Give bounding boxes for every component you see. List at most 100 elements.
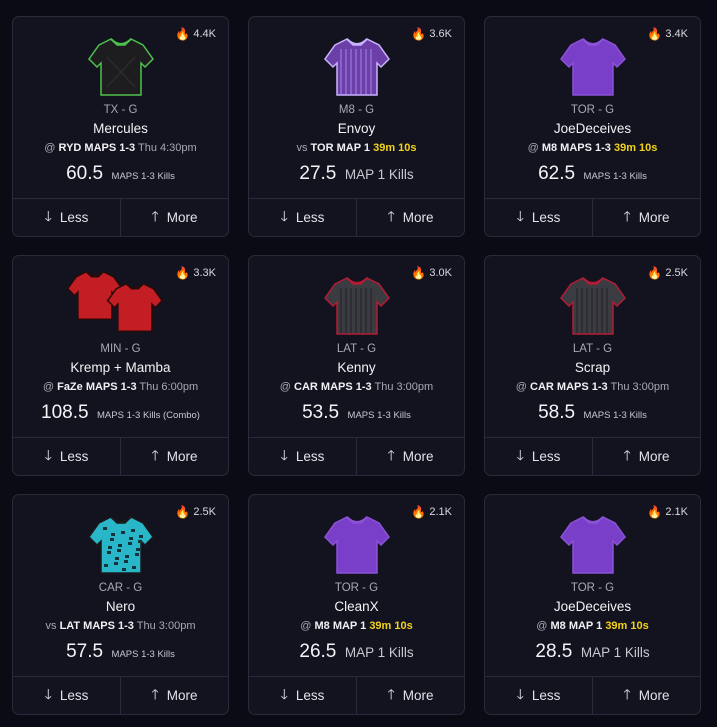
game-time: Thu 3:00pm <box>136 620 196 632</box>
projection-card[interactable]: 🔥 2.5K LAT - G Scrap @ CAR MAPS 1-3 Thu … <box>484 255 701 476</box>
countdown-timer: 39m 10s <box>373 142 417 154</box>
opponent-label: M8 MAPS 1-3 <box>541 142 611 154</box>
line-value: 26.5 <box>299 641 337 662</box>
opponent-label: CAR MAPS 1-3 <box>530 381 608 393</box>
team-position: LAT - G <box>572 343 613 355</box>
line-value: 28.5 <box>535 641 573 662</box>
arrow-up-icon: 🡑 <box>623 207 631 224</box>
pick-actions: 🡓 Less 🡑 More <box>13 437 228 475</box>
opponent-label: LAT MAPS 1-3 <box>59 620 134 632</box>
jersey-image <box>13 507 228 581</box>
opponent-label: CAR MAPS 1-3 <box>294 381 372 393</box>
projection-card[interactable]: 🔥 3.6K M8 - G Envoy vs TOR MAP 1 39m 10s… <box>248 16 465 237</box>
more-button[interactable]: 🡑 More <box>120 199 228 236</box>
projection-card[interactable]: 🔥 4.4K TX - G Mercules @ RYD MAPS 1-3 Th… <box>12 16 229 237</box>
more-label: More <box>402 688 434 703</box>
pick-actions: 🡓 Less 🡑 More <box>485 676 700 714</box>
projection-line: 26.5 MAP 1 Kills <box>249 641 464 663</box>
player-name: JoeDeceives <box>553 121 632 136</box>
projection-line: 27.5 MAP 1 Kills <box>249 163 464 185</box>
less-button[interactable]: 🡓 Less <box>249 677 356 714</box>
less-label: Less <box>531 688 561 703</box>
projection-card[interactable]: 🔥 2.1K TOR - G JoeDeceives @ M8 MAP 1 39… <box>484 494 701 715</box>
arrow-down-icon: 🡓 <box>44 446 52 463</box>
less-button[interactable]: 🡓 Less <box>485 199 592 236</box>
team-position: MIN - G <box>100 343 141 355</box>
more-button[interactable]: 🡑 More <box>120 677 228 714</box>
jersey-image <box>249 507 464 581</box>
jersey-image <box>13 268 228 342</box>
less-label: Less <box>59 210 89 225</box>
team-position: CAR - G <box>98 582 143 594</box>
less-button[interactable]: 🡓 Less <box>249 438 356 475</box>
stat-type: MAP 1 Kills <box>344 645 414 660</box>
more-button[interactable]: 🡑 More <box>356 677 464 714</box>
stat-type: MAPS 1-3 Kills <box>347 410 411 421</box>
stat-type: MAPS 1-3 Kills <box>583 410 647 421</box>
arrow-down-icon: 🡓 <box>516 207 524 224</box>
arrow-down-icon: 🡓 <box>516 685 524 702</box>
stat-type: MAP 1 Kills <box>344 167 414 182</box>
less-button[interactable]: 🡓 Less <box>485 677 592 714</box>
stat-type: MAPS 1-3 Kills <box>111 649 175 660</box>
less-label: Less <box>59 449 89 464</box>
matchup-info: @ M8 MAPS 1-3 39m 10s <box>485 142 700 154</box>
player-name: CleanX <box>334 599 379 614</box>
less-button[interactable]: 🡓 Less <box>249 199 356 236</box>
more-button[interactable]: 🡑 More <box>592 438 700 475</box>
more-label: More <box>638 688 670 703</box>
opponent-label: FaZe MAPS 1-3 <box>57 381 137 393</box>
game-time: Thu 6:00pm <box>139 381 199 393</box>
more-button[interactable]: 🡑 More <box>592 199 700 236</box>
player-name: Nero <box>105 599 136 614</box>
projection-card[interactable]: 🔥 2.5K CAR - G Nero vs LAT MAPS 1-3 Thu … <box>12 494 229 715</box>
arrow-up-icon: 🡑 <box>623 685 631 702</box>
less-label: Less <box>295 210 325 225</box>
more-label: More <box>402 449 434 464</box>
player-name: Kenny <box>337 360 376 375</box>
team-position: LAT - G <box>336 343 377 355</box>
projection-card[interactable]: 🔥 3.3K MIN - G Kremp + Mamba @ FaZe MAPS… <box>12 255 229 476</box>
less-label: Less <box>295 449 325 464</box>
jersey-image <box>13 29 228 103</box>
projection-card[interactable]: 🔥 2.1K TOR - G CleanX @ M8 MAP 1 39m 10s… <box>248 494 465 715</box>
matchup-info: vs LAT MAPS 1-3 Thu 3:00pm <box>13 620 228 632</box>
less-button[interactable]: 🡓 Less <box>13 438 120 475</box>
player-name: Envoy <box>337 121 376 136</box>
matchup-prefix: @ <box>42 381 58 393</box>
team-position: M8 - G <box>338 104 375 116</box>
opponent-label: M8 MAP 1 <box>314 620 367 632</box>
less-label: Less <box>59 688 89 703</box>
more-button[interactable]: 🡑 More <box>356 199 464 236</box>
arrow-up-icon: 🡑 <box>387 685 395 702</box>
pick-actions: 🡓 Less 🡑 More <box>13 198 228 236</box>
team-position: TOR - G <box>570 104 615 116</box>
pick-actions: 🡓 Less 🡑 More <box>485 437 700 475</box>
projection-card[interactable]: 🔥 3.0K LAT - G Kenny @ CAR MAPS 1-3 Thu … <box>248 255 465 476</box>
more-label: More <box>638 449 670 464</box>
less-button[interactable]: 🡓 Less <box>485 438 592 475</box>
game-time: Thu 3:00pm <box>374 381 434 393</box>
less-button[interactable]: 🡓 Less <box>13 677 120 714</box>
more-button[interactable]: 🡑 More <box>120 438 228 475</box>
more-button[interactable]: 🡑 More <box>592 677 700 714</box>
more-label: More <box>166 688 198 703</box>
arrow-down-icon: 🡓 <box>280 446 288 463</box>
stat-type: MAPS 1-3 Kills <box>583 171 647 182</box>
team-position: TOR - G <box>570 582 615 594</box>
more-label: More <box>166 210 198 225</box>
more-button[interactable]: 🡑 More <box>356 438 464 475</box>
projection-line: 53.5 MAPS 1-3 Kills <box>249 402 464 424</box>
stat-type: MAPS 1-3 Kills (Combo) <box>97 410 200 421</box>
less-button[interactable]: 🡓 Less <box>13 199 120 236</box>
line-value: 27.5 <box>299 163 337 184</box>
arrow-down-icon: 🡓 <box>280 207 288 224</box>
matchup-info: @ FaZe MAPS 1-3 Thu 6:00pm <box>13 381 228 393</box>
matchup-prefix: @ <box>515 381 531 393</box>
matchup-prefix: @ <box>44 142 59 154</box>
pick-actions: 🡓 Less 🡑 More <box>249 676 464 714</box>
countdown-timer: 39m 10s <box>369 620 413 632</box>
projection-card[interactable]: 🔥 3.4K TOR - G JoeDeceives @ M8 MAPS 1-3… <box>484 16 701 237</box>
pick-actions: 🡓 Less 🡑 More <box>485 198 700 236</box>
team-position: TOR - G <box>334 582 379 594</box>
